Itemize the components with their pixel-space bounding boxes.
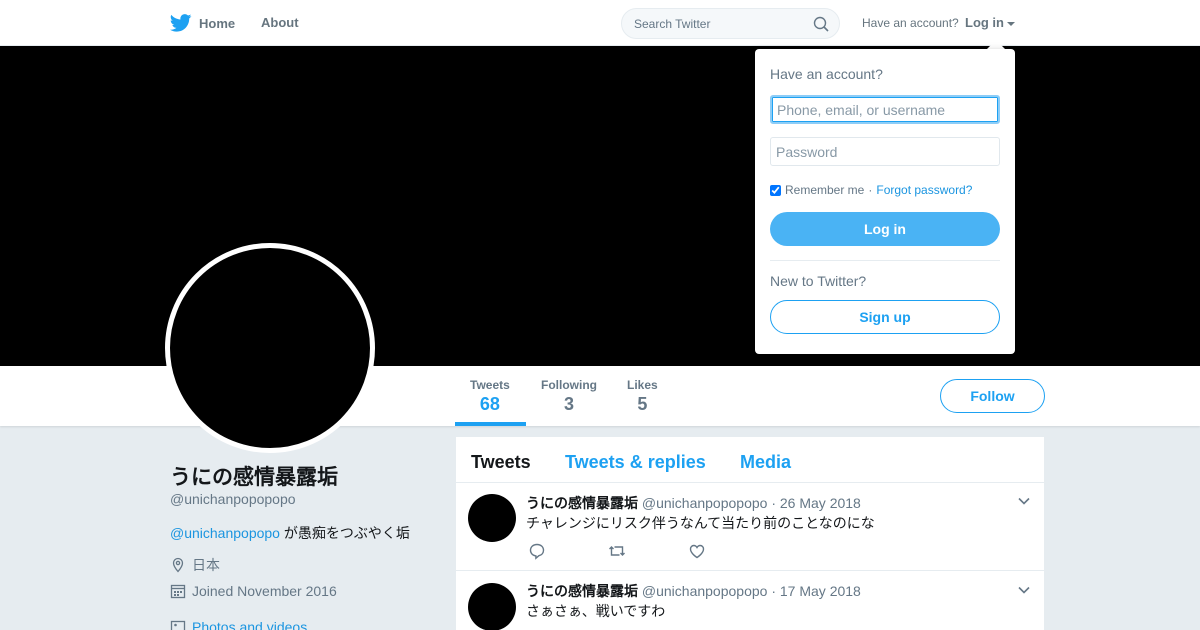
nav-home-label: Home bbox=[199, 15, 236, 31]
dropdown-arrow bbox=[987, 40, 1005, 49]
profile-name[interactable]: うにの感情暴露垢 bbox=[170, 461, 338, 491]
tab-tweets-replies[interactable]: Tweets & replies bbox=[565, 452, 706, 473]
stat-following[interactable]: Following 3 bbox=[541, 378, 597, 415]
chevron-down-icon[interactable] bbox=[1018, 495, 1030, 507]
tweet[interactable]: うにの感情暴露垢 @unichanpopopopo · 17 May 2018 … bbox=[456, 571, 1044, 630]
bio-text: が愚痴をつぶやく垢 bbox=[279, 525, 410, 541]
stat-label: Likes bbox=[627, 378, 658, 392]
tweet-header: うにの感情暴露垢 @unichanpopopopo · 26 May 2018 bbox=[526, 495, 861, 511]
remember-label[interactable]: Remember me bbox=[785, 183, 864, 197]
photo-icon bbox=[170, 620, 186, 630]
profile-location: 日本 bbox=[170, 555, 220, 575]
chevron-down-icon bbox=[1007, 21, 1015, 26]
login-toggle-label: Log in bbox=[965, 15, 1004, 30]
profile-joined: Joined November 2016 bbox=[170, 583, 337, 599]
stat-likes[interactable]: Likes 5 bbox=[627, 378, 658, 415]
reply-icon[interactable] bbox=[528, 542, 546, 560]
profile-avatar[interactable] bbox=[165, 243, 375, 453]
calendar-icon bbox=[170, 584, 186, 599]
retweet-icon[interactable] bbox=[608, 542, 626, 560]
stat-value: 3 bbox=[563, 394, 574, 414]
tweet-text: チャレンジにリスク伴うなんて当たり前のことなのにな bbox=[526, 515, 875, 531]
nav-home[interactable]: Home bbox=[170, 13, 235, 33]
tweet-author-handle[interactable]: @unichanpopopopo bbox=[642, 583, 768, 599]
username-field[interactable] bbox=[770, 95, 1000, 124]
location-icon bbox=[172, 557, 184, 573]
search-box bbox=[621, 8, 840, 39]
top-nav: Home About Have an account? Log in bbox=[0, 0, 1200, 46]
profile-bio: @unichanpopopo が愚痴をつぶやく垢 bbox=[170, 523, 410, 543]
tweet-header: うにの感情暴露垢 @unichanpopopopo · 17 May 2018 bbox=[526, 583, 861, 599]
bio-mention-link[interactable]: @unichanpopopo bbox=[170, 525, 280, 541]
tweet[interactable]: うにの感情暴露垢 @unichanpopopopo · 26 May 2018 … bbox=[456, 483, 1044, 571]
remember-row: Remember me · Forgot password? bbox=[770, 183, 972, 197]
stat-label: Following bbox=[541, 378, 597, 392]
like-icon[interactable] bbox=[688, 542, 706, 560]
login-button[interactable]: Log in bbox=[770, 212, 1000, 246]
password-field[interactable] bbox=[770, 137, 1000, 166]
new-to-twitter-text: New to Twitter? bbox=[770, 273, 867, 289]
tweet-avatar[interactable] bbox=[468, 583, 516, 630]
nav-about[interactable]: About bbox=[261, 15, 299, 30]
active-stat-underline bbox=[455, 422, 526, 426]
search-icon[interactable] bbox=[813, 16, 829, 32]
forgot-password-link[interactable]: Forgot password? bbox=[876, 183, 972, 197]
tab-tweets[interactable]: Tweets bbox=[471, 452, 531, 473]
location-text: 日本 bbox=[192, 557, 220, 573]
tab-media[interactable]: Media bbox=[740, 452, 791, 473]
tweet-author-handle[interactable]: @unichanpopopopo bbox=[642, 495, 768, 511]
twitter-bird-icon bbox=[170, 14, 192, 32]
remember-me-checkbox[interactable] bbox=[770, 184, 781, 196]
search-input[interactable] bbox=[622, 9, 802, 38]
divider bbox=[770, 260, 1000, 261]
stat-value: 68 bbox=[479, 394, 500, 414]
signup-button[interactable]: Sign up bbox=[770, 300, 1000, 334]
login-dropdown: Have an account? Remember me · Forgot pa… bbox=[755, 49, 1015, 354]
separator: · bbox=[868, 183, 873, 197]
timeline: Tweets Tweets & replies Media うにの感情暴露垢 @… bbox=[456, 437, 1044, 630]
timeline-tabs: Tweets Tweets & replies Media bbox=[456, 437, 1044, 483]
have-account-text: Have an account? bbox=[862, 16, 959, 30]
stat-tweets[interactable]: Tweets 68 bbox=[470, 378, 510, 415]
tweet-author-name[interactable]: うにの感情暴露垢 bbox=[526, 583, 638, 599]
photos-link[interactable]: Photos and videos bbox=[192, 619, 307, 630]
tweet-date[interactable]: 26 May 2018 bbox=[780, 495, 861, 511]
tweet-author-name[interactable]: うにの感情暴露垢 bbox=[526, 495, 638, 511]
joined-text: Joined November 2016 bbox=[192, 583, 337, 599]
stat-value: 5 bbox=[637, 394, 648, 414]
chevron-down-icon[interactable] bbox=[1018, 584, 1030, 596]
profile-handle[interactable]: @unichanpopopopo bbox=[170, 491, 296, 507]
tweet-avatar[interactable] bbox=[468, 494, 516, 542]
tweet-text: さぁさぁ、戦いですわ bbox=[526, 603, 666, 619]
profile-photos[interactable]: Photos and videos bbox=[170, 619, 307, 630]
tweet-date[interactable]: 17 May 2018 bbox=[780, 583, 861, 599]
stat-label: Tweets bbox=[470, 378, 510, 392]
dropdown-title: Have an account? bbox=[770, 66, 883, 82]
follow-button[interactable]: Follow bbox=[940, 379, 1045, 413]
login-dropdown-toggle[interactable]: Log in bbox=[965, 15, 1015, 30]
